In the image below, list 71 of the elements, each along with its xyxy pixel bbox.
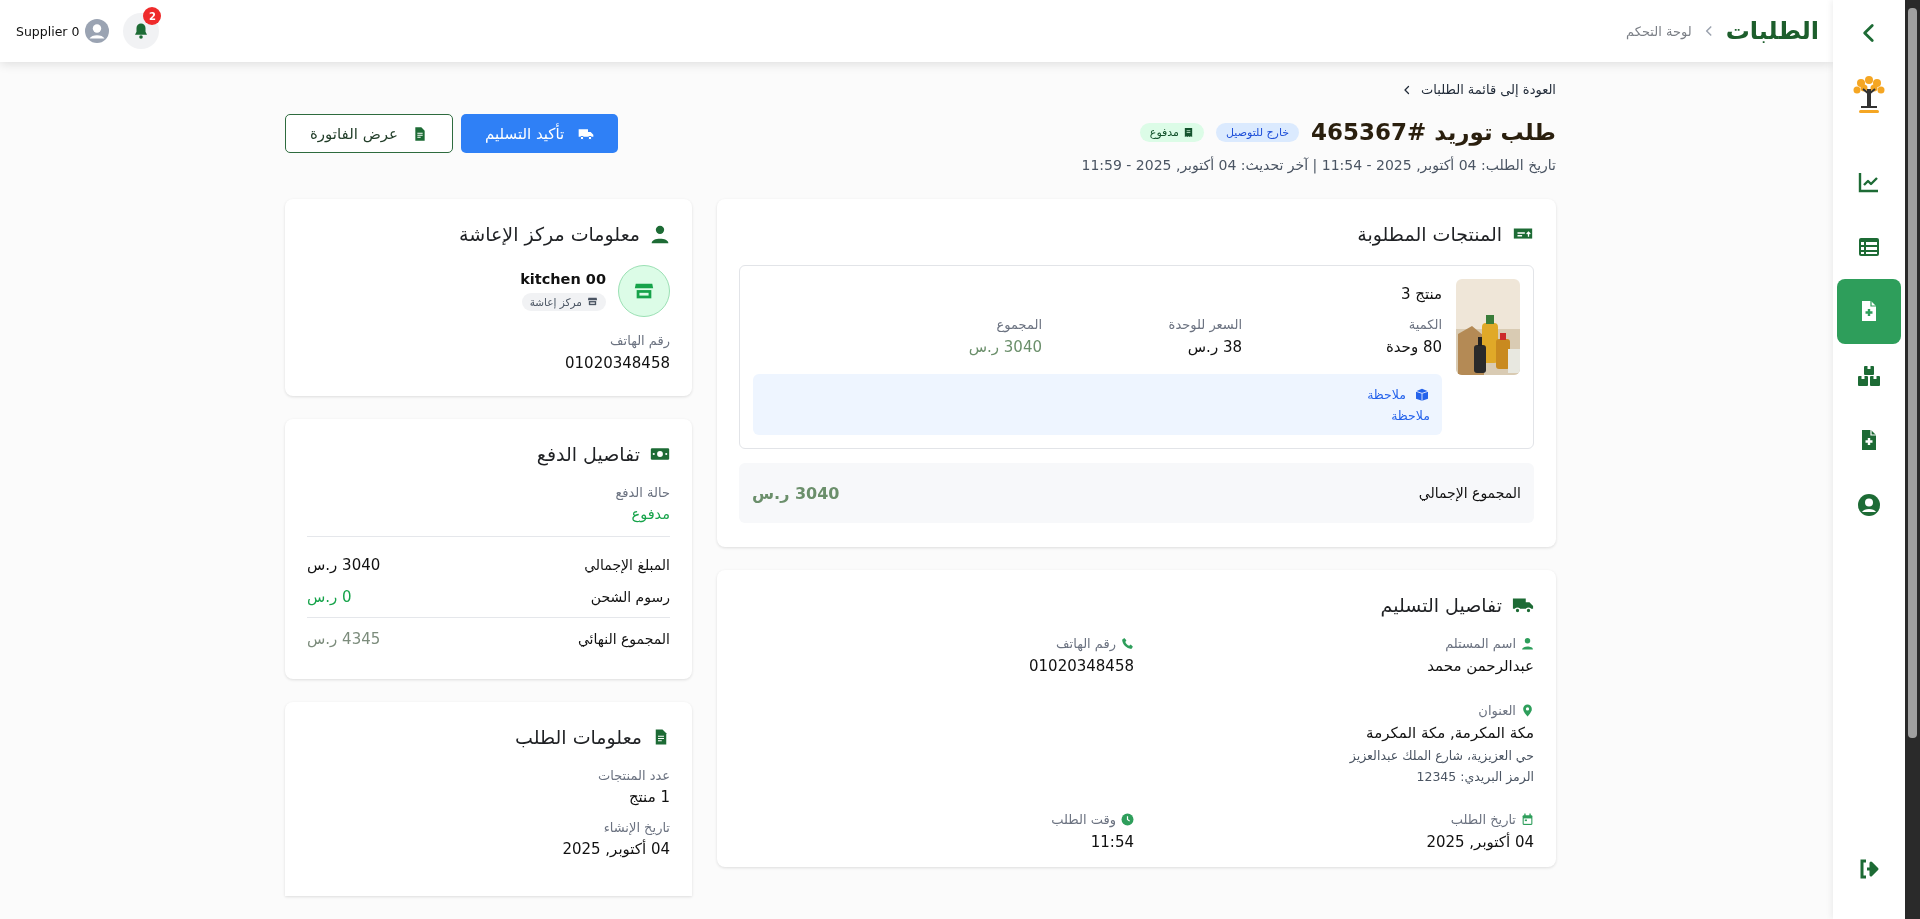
field-label: العنوان: [1478, 703, 1516, 718]
user-circle-icon: [1857, 492, 1881, 517]
payment-label: المبلغ الإجمالي: [584, 557, 670, 573]
breadcrumb-link[interactable]: لوحة التحكم: [1626, 23, 1692, 39]
field-label: اسم المستلم: [1445, 636, 1516, 651]
card-title: المنتجات المطلوبة: [1357, 223, 1502, 245]
page-title: الطلبات: [1725, 17, 1819, 45]
field-value: 1 منتج: [627, 788, 670, 806]
field-label: تاريخ الطلب: [1450, 812, 1516, 827]
order-dates: تاريخ الطلب: 04 أكتوبر, 2025 - 11:54 | آخر تحديث: 04 أكتوبر, 2025 - 11:59: [1081, 157, 1556, 173]
notifications-button[interactable]: [123, 13, 160, 49]
field-value: 80 وحدة: [1384, 338, 1442, 356]
field-label: السعر للوحدة: [1167, 317, 1242, 332]
location-pin-icon: [1521, 704, 1534, 717]
payment-value: 0 ر.س: [307, 588, 352, 606]
view-invoice-button[interactable]: عرض الفاتورة: [285, 114, 454, 153]
address-detail: الرمز البريدي: 12345: [1415, 769, 1534, 784]
boxes-icon: [1857, 363, 1881, 388]
payment-label: رسوم الشحن: [590, 589, 670, 605]
note-text: ملاحظة: [1391, 408, 1430, 423]
back-link[interactable]: العودة إلى قائمة الطلبات: [1401, 82, 1556, 97]
payment-value: 4345 ر.س: [307, 630, 381, 648]
field-label: رقم الهاتف: [609, 333, 670, 348]
payment-value: 3040 ر.س: [307, 556, 381, 574]
field-label: حالة الدفع: [614, 485, 670, 500]
card-title: معلومات الطلب: [515, 726, 642, 748]
total-label: المجموع الإجمالي: [1418, 485, 1521, 501]
person-icon: [650, 224, 670, 244]
clock-icon: [1121, 813, 1134, 826]
confirm-delivery-button[interactable]: تأكيد التسليم: [461, 114, 619, 153]
field-value: 01020348458: [1028, 657, 1134, 675]
field-label: الكمية: [1407, 317, 1442, 332]
field-label: المجموع: [995, 317, 1042, 332]
order-title: طلب توريد #465367: [1311, 119, 1556, 145]
box-icon: [1414, 386, 1430, 402]
note-title: ملاحظة: [1367, 386, 1406, 402]
field-value: 3040 ر.س: [967, 338, 1042, 356]
payment-label: المجموع النهائي: [577, 631, 670, 647]
chart-icon: [1857, 170, 1881, 195]
phone-icon: [1121, 637, 1134, 650]
payment-status: مدفوع: [630, 506, 670, 522]
field-label: عدد المنتجات: [596, 768, 670, 783]
scrollbar[interactable]: [1908, 8, 1917, 738]
card-title: معلومات مركز الإعاشة: [459, 223, 640, 245]
status-badge: مدفوع: [1139, 122, 1204, 142]
card-title: تفاصيل الدفع: [536, 443, 640, 465]
field-value: عبدالرحمن محمد: [1426, 657, 1534, 675]
center-type-tag: مركز إعاشة: [521, 292, 606, 311]
field-value: مكة المكرمة, مكة المكرمة: [1365, 724, 1534, 742]
sidebar-item[interactable]: [1837, 279, 1901, 344]
store-icon: [587, 296, 598, 308]
field-value: 04 أكتوبر, 2025: [1425, 833, 1534, 851]
center-name: kitchen 00: [520, 270, 606, 287]
field-value: 11:54: [1089, 833, 1134, 851]
user-menu[interactable]: Supplier 0: [16, 19, 110, 43]
calendar-icon: [1521, 813, 1534, 826]
product-name: منتج 3: [1399, 285, 1442, 303]
field-label: تاريخ الإنشاء: [602, 820, 670, 835]
receipt-icon: [1183, 126, 1194, 138]
notification-count: 2: [143, 7, 162, 25]
field-value: 38 ر.س: [1186, 338, 1242, 356]
field-label: رقم الهاتف: [1056, 636, 1116, 651]
person-icon: [1521, 637, 1534, 650]
status-badge: خارج للتوصيل: [1216, 122, 1300, 142]
avatar-icon: [85, 19, 110, 43]
card-title: تفاصيل التسليم: [1380, 594, 1502, 616]
field-value: 04 أكتوبر, 2025: [561, 840, 670, 858]
field-value: 01020348458: [564, 354, 670, 372]
total-value: 3040 ر.س: [752, 483, 840, 503]
field-label: وقت الطلب: [1051, 812, 1116, 827]
address-detail: حي العزيزية، شارع الملك عبدالعزيز: [1348, 748, 1534, 763]
